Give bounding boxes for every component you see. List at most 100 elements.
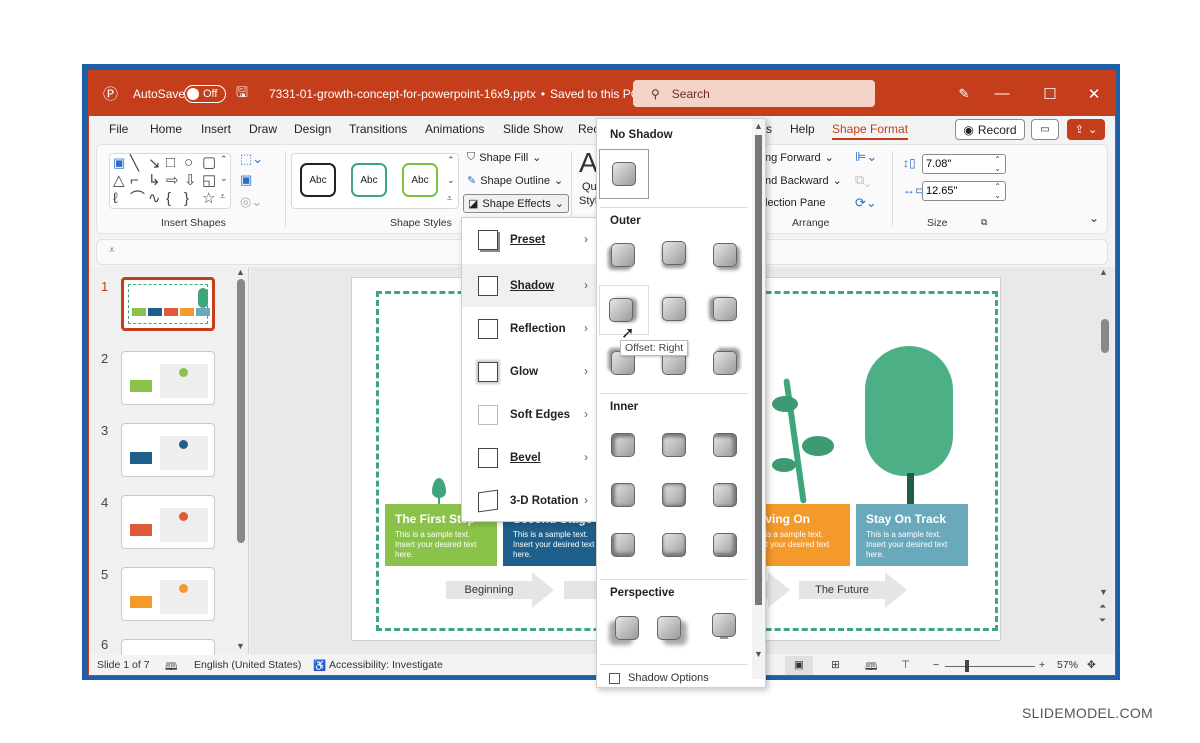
tab-design[interactable]: Design [294,122,331,136]
width-spinner[interactable]: ⌃ ⌄ [994,182,1001,200]
search-box[interactable]: ⚲ Search [633,80,875,107]
tab-slide-show[interactable]: Slide Show [503,122,563,136]
gallery-scroll-down[interactable]: ⌄ [220,174,228,183]
zoom-in-button[interactable]: + [1039,659,1045,671]
menu-item-preset[interactable]: Preset › [462,218,598,261]
document-title[interactable]: 7331-01-growth-concept-for-powerpoint-16… [269,71,652,116]
inner-shadow-option[interactable] [713,533,737,557]
line-icon[interactable]: ╲ [130,156,139,171]
elbow-arrow-icon[interactable]: ↳ [148,173,161,188]
right-brace-icon[interactable]: } [184,191,189,206]
minimize-button[interactable]: — [979,71,1025,116]
save-icon[interactable]: 🖫 [236,71,248,116]
menu-item-glow[interactable]: Glow › [462,350,598,393]
spellcheck-icon[interactable]: 🕮 [165,659,177,675]
draw-text-box-icon[interactable]: ▣ [240,173,252,186]
outer-shadow-option[interactable] [611,243,635,267]
outer-shadow-option[interactable] [713,297,737,321]
thumbs-scrollbar-thumb[interactable] [237,279,245,543]
maximize-button[interactable]: ☐ [1027,71,1073,116]
gallery-scroll-down-icon[interactable]: ▼ [754,649,763,659]
tab-insert[interactable]: Insert [201,122,231,136]
tab-home[interactable]: Home [150,122,182,136]
slide-thumbnail-3[interactable] [121,423,215,477]
inner-shadow-option[interactable] [611,483,635,507]
shapes-gallery[interactable]: ▣ ╲ ↘ □ ○ ▢ △ ⌐ ↳ ⇨ ⇩ ◱ ℓ ⌒ ∿ { } ☆ ⌃ ⌄ … [109,153,231,209]
autosave-toggle[interactable]: Off [184,71,226,116]
height-input[interactable]: 7.08" ⌃ ⌄ [922,154,1006,174]
width-input[interactable]: 12.65" ⌃ ⌄ [922,181,1006,201]
canvas-scroll-down-icon[interactable]: ▼ [1099,587,1108,597]
edit-shape-icon[interactable]: ⬚⌄ [240,152,263,165]
quick-styles-label[interactable]: Qu [582,181,597,193]
right-arrow-icon[interactable]: ⇨ [166,173,179,188]
shape-outline-button[interactable]: ✎ Shape Outline ⌄ [467,174,563,188]
styles-more[interactable]: ⩡ [447,194,452,203]
zoom-level[interactable]: 57% [1057,659,1078,671]
slide-thumbnail-2[interactable] [121,351,215,405]
height-spinner[interactable]: ⌃ ⌄ [994,155,1001,173]
perspective-shadow-option[interactable] [657,616,681,640]
styles-scroll-up[interactable]: ⌃ [447,156,455,165]
bring-forward-button[interactable]: ng Forward ⌄ [765,151,834,165]
inner-shadow-option[interactable] [662,483,686,507]
gallery-scroll-up-icon[interactable]: ▲ [754,121,763,131]
freeform-icon[interactable]: ℓ [113,191,118,206]
inner-shadow-option[interactable] [662,433,686,457]
timeline-arrow-4[interactable]: The Future [799,572,907,608]
gallery-more[interactable]: ⩡ [220,192,225,201]
accessibility-status[interactable]: Accessibility: Investigate [329,659,443,671]
inner-shadow-option[interactable] [662,533,686,557]
wordart-a-icon[interactable]: A [579,147,598,179]
fit-to-window-icon[interactable]: ✥ [1087,659,1096,671]
elbow-connector-icon[interactable]: ⌐ [130,173,139,188]
inner-shadow-option[interactable] [713,483,737,507]
outer-shadow-option[interactable] [662,241,686,265]
tab-shape-format[interactable]: Shape Format [832,122,909,140]
canvas-scrollbar-thumb[interactable] [1101,319,1109,353]
collapse-ribbon-icon[interactable]: ⌄ [1089,211,1099,225]
inner-shadow-option[interactable] [611,433,635,457]
arc-icon[interactable]: ⌒ [130,191,145,206]
language[interactable]: English (United States) [194,659,301,671]
zoom-out-button[interactable]: − [933,659,939,671]
reading-view-icon[interactable]: 🕮 [865,659,877,675]
perspective-shadow-option[interactable] [712,613,736,637]
step-card-5[interactable]: Stay On Track This is a sample text. Ins… [856,504,968,566]
gallery-scroll-up[interactable]: ⌃ [220,155,228,164]
normal-view-icon[interactable]: ▣ [785,656,813,675]
shape-fill-button[interactable]: ⛉ Shape Fill ⌄ [467,151,541,164]
gallery-scrollbar[interactable]: ▲ ▼ [752,119,765,679]
selection-pane-button[interactable]: lection Pane [765,197,826,209]
tab-file[interactable]: File [109,122,128,136]
merge-shapes-icon[interactable]: ◎⌄ [240,195,262,208]
record-button[interactable]: ◉ Record [955,119,1025,140]
shape-styles-gallery[interactable]: Abc Abc Abc ⌃ ⌄ ⩡ [291,153,459,209]
canvas-scroll-up-icon[interactable]: ▲ [1099,267,1108,277]
next-slide-icon[interactable]: ⏷ [1099,615,1106,626]
menu-item-soft-edges[interactable]: Soft Edges › [462,393,598,436]
slide-thumbnail-1[interactable] [121,277,215,331]
menu-item-shadow[interactable]: Shadow › [462,264,598,307]
style-sample-1[interactable]: Abc [300,163,336,197]
size-dialog-launcher-icon[interactable]: ⧉ [981,217,987,228]
oval-icon[interactable]: ○ [184,155,193,170]
down-arrow-icon[interactable]: ⇩ [184,173,197,188]
slide-count[interactable]: Slide 1 of 7 [97,659,150,671]
outer-shadow-option[interactable] [662,297,686,321]
menu-item-3d-rotation[interactable]: 3-D Rotation › [462,479,598,522]
triangle-icon[interactable]: △ [113,173,125,188]
styles-label[interactable]: Styl [579,195,597,207]
style-sample-3[interactable]: Abc [402,163,438,197]
star-icon[interactable]: ☆ [202,191,215,206]
rounded-rectangle-icon[interactable]: ▢ [202,155,216,170]
left-brace-icon[interactable]: { [166,191,171,206]
styles-scroll-down[interactable]: ⌄ [447,176,455,185]
style-sample-2[interactable]: Abc [351,163,387,197]
previous-slide-icon[interactable]: ⏶ [1099,601,1106,612]
no-shadow-option[interactable] [599,149,649,199]
zoom-slider-track[interactable] [945,666,1035,667]
snip-rectangle-icon[interactable]: ◱ [202,173,216,188]
gallery-scrollbar-thumb[interactable] [755,135,762,605]
slide-thumbnail-4[interactable] [121,495,215,549]
